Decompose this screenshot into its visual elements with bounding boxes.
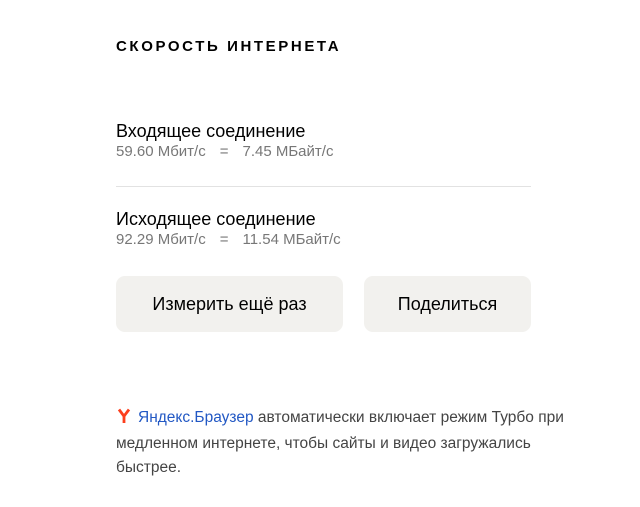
incoming-connection: Входящее соединение 59.60 Мбит/с = 7.45 … bbox=[116, 120, 531, 161]
incoming-equals: = bbox=[219, 143, 229, 160]
outgoing-mbits: 92.29 Мбит/с bbox=[116, 231, 206, 248]
share-button[interactable]: Поделиться bbox=[364, 276, 531, 332]
outgoing-label: Исходящее соединение bbox=[116, 209, 316, 229]
incoming-label: Входящее соединение bbox=[116, 121, 306, 141]
outgoing-speed: 92.29 Мбит/с = 11.54 МБайт/с bbox=[116, 230, 531, 249]
yandex-browser-link[interactable]: Яндекс.Браузер bbox=[138, 409, 254, 426]
outgoing-connection: Исходящее соединение 92.29 Мбит/с = 11.5… bbox=[116, 208, 531, 249]
incoming-speed: 59.60 Мбит/с = 7.45 МБайт/с bbox=[116, 142, 531, 161]
measure-again-button[interactable]: Измерить ещё раз bbox=[116, 276, 343, 332]
outgoing-mbytes: 11.54 МБайт/с bbox=[242, 231, 341, 248]
yandex-logo-icon bbox=[116, 408, 132, 432]
promo-text: Яндекс.Браузер автоматически включает ре… bbox=[116, 406, 586, 480]
outgoing-equals: = bbox=[219, 231, 229, 248]
section-title: СКОРОСТЬ ИНТЕРНЕТА bbox=[116, 38, 342, 55]
incoming-mbits: 59.60 Мбит/с bbox=[116, 143, 206, 160]
divider bbox=[116, 186, 531, 187]
incoming-mbytes: 7.45 МБайт/с bbox=[242, 143, 334, 160]
